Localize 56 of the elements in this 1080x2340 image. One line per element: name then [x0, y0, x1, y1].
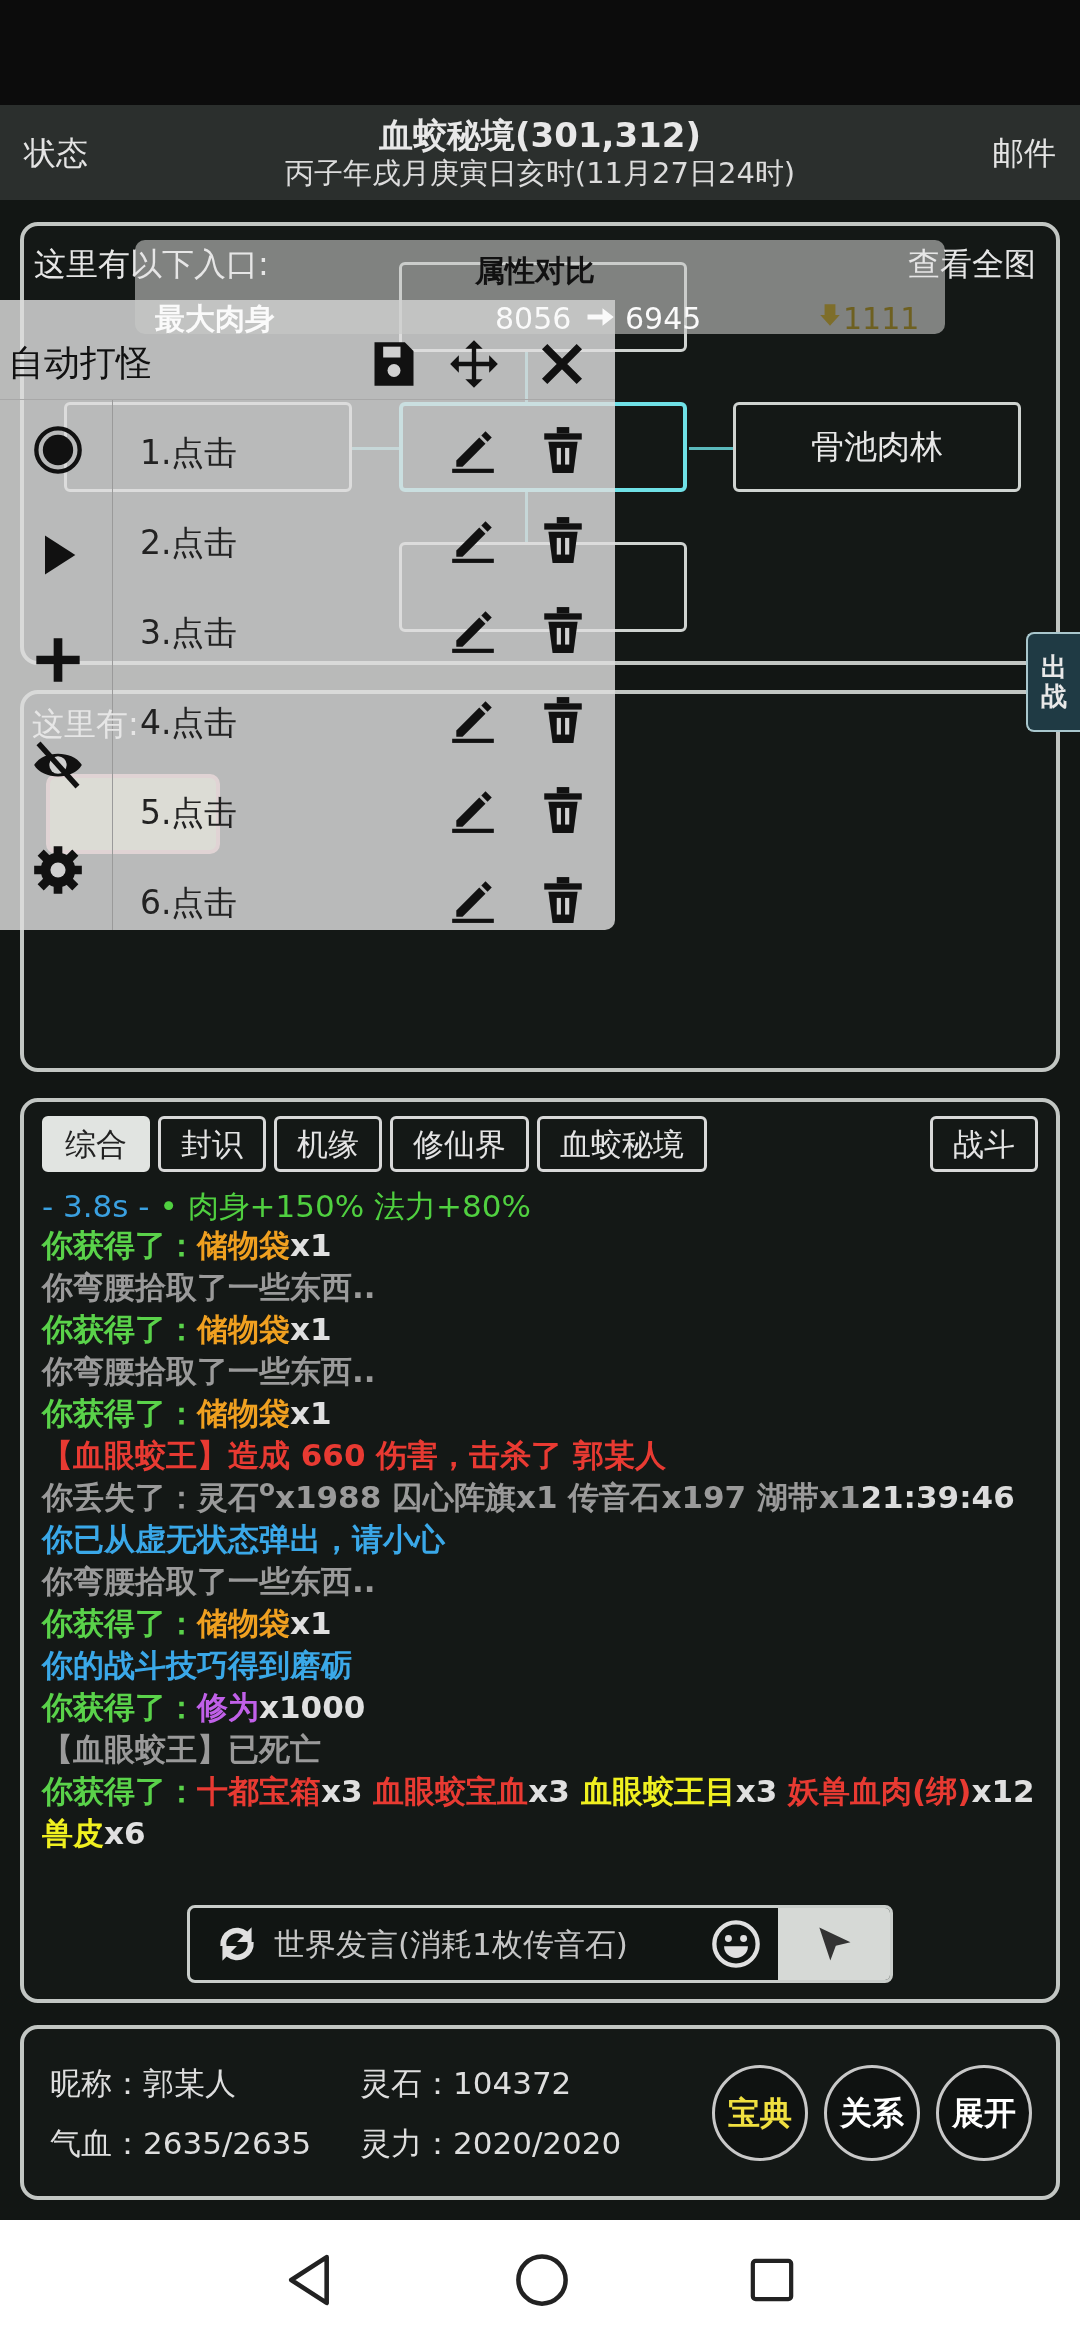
step-label: 4.点击 [140, 702, 238, 744]
log-line: 你已从虚无状态弹出，请小心 [42, 1520, 446, 1559]
send-button[interactable] [778, 1908, 890, 1980]
log-line: 你获得了：十都宝箱x3 血眼蛟宝血x3 血眼蛟王目x3 妖兽血肉(绑)x12 兽皮x6 [42, 1772, 1036, 1853]
stat-change: 1111 [843, 300, 920, 338]
log-tab[interactable]: 机缘 [274, 1116, 382, 1172]
stat-text: 气血：2635/2635 [50, 2123, 313, 2163]
stat-text: 昵称：郭某人 [50, 2063, 237, 2103]
status-line: - 3.8s - • 肉身+150% 法力+80% [42, 1188, 532, 1224]
log-tab[interactable]: 封识 [158, 1116, 266, 1172]
stat-value: 8056 [495, 300, 572, 338]
log-tab[interactable]: 战斗 [930, 1116, 1038, 1172]
log-line: 你获得了：储物袋x1 [42, 1226, 333, 1265]
step-label: 6.点击 [140, 882, 238, 924]
step-label: 2.点击 [140, 522, 238, 564]
log-line: 你弯腰拾取了一些东西.. [42, 1352, 377, 1391]
chat-input[interactable]: 世界发言(消耗1枚传音石) [272, 1919, 710, 1969]
map-node[interactable]: 骨池肉林 [733, 402, 1021, 492]
move-icon[interactable] [448, 338, 500, 390]
hide-icon[interactable] [32, 739, 84, 791]
log-line: 你弯腰拾取了一些东西.. [42, 1268, 377, 1307]
log-line: 你获得了：储物袋x1 [42, 1310, 333, 1349]
menu-button[interactable]: 宝典 [712, 2064, 808, 2161]
step-label: 5.点击 [140, 792, 238, 834]
step-label: 1.点击 [140, 432, 238, 474]
date-text: 丙子年戌月庚寅日亥时(11月27日24时) [284, 154, 796, 191]
log-line: 你获得了：储物袋x1 [42, 1394, 333, 1433]
mail-button[interactable]: 邮件 [992, 128, 1056, 177]
log-line: 你获得了：储物袋x1 [42, 1604, 333, 1643]
log-line: 【血眼蛟王】已死亡 [42, 1730, 322, 1769]
chat-field[interactable]: 世界发言(消耗1枚传音石) [187, 1905, 893, 1983]
down-arrow-icon [819, 302, 841, 328]
menu-button[interactable]: 关系 [824, 2064, 920, 2161]
status-button[interactable]: 状态 [24, 128, 88, 177]
log-tab[interactable]: 血蛟秘境 [537, 1116, 707, 1172]
log-tab[interactable]: 综合 [42, 1116, 150, 1172]
target-icon[interactable] [32, 424, 84, 476]
home-icon[interactable] [515, 2253, 569, 2307]
menu-button[interactable]: 展开 [936, 2064, 1032, 2161]
log-line: 【血眼蛟王】造成 660 伤害，击杀了 郭某人 [42, 1436, 668, 1475]
log-line: 你获得了：修为x1000 [42, 1688, 367, 1727]
smiley-icon[interactable] [710, 1918, 762, 1970]
deploy-tab[interactable]: 出战 [1026, 632, 1080, 732]
stat-label: 最大肉身 [155, 300, 275, 338]
step-label: 3.点击 [140, 612, 238, 654]
settings-icon[interactable] [32, 844, 84, 896]
log-line: 你弯腰拾取了一些东西.. [42, 1562, 377, 1601]
view-map-link[interactable]: 查看全图 [908, 240, 1036, 288]
stat-text: 灵力：2020/2020 [360, 2123, 623, 2163]
recents-icon[interactable] [749, 2257, 795, 2303]
log-line: 你的战斗技巧得到磨砺 [42, 1646, 353, 1685]
stat-text: 灵石：104372 [360, 2063, 573, 2103]
dialog-title: 自动打怪 [8, 341, 152, 385]
log-line: 你丢失了：灵石$^{o}$x1988 囚心阵旗x1 传音石x197 湖带x121:39:46 [42, 1476, 1016, 1517]
location-title: 血蛟秘境(301,312) [378, 114, 702, 155]
log-tab[interactable]: 修仙界 [390, 1116, 529, 1172]
